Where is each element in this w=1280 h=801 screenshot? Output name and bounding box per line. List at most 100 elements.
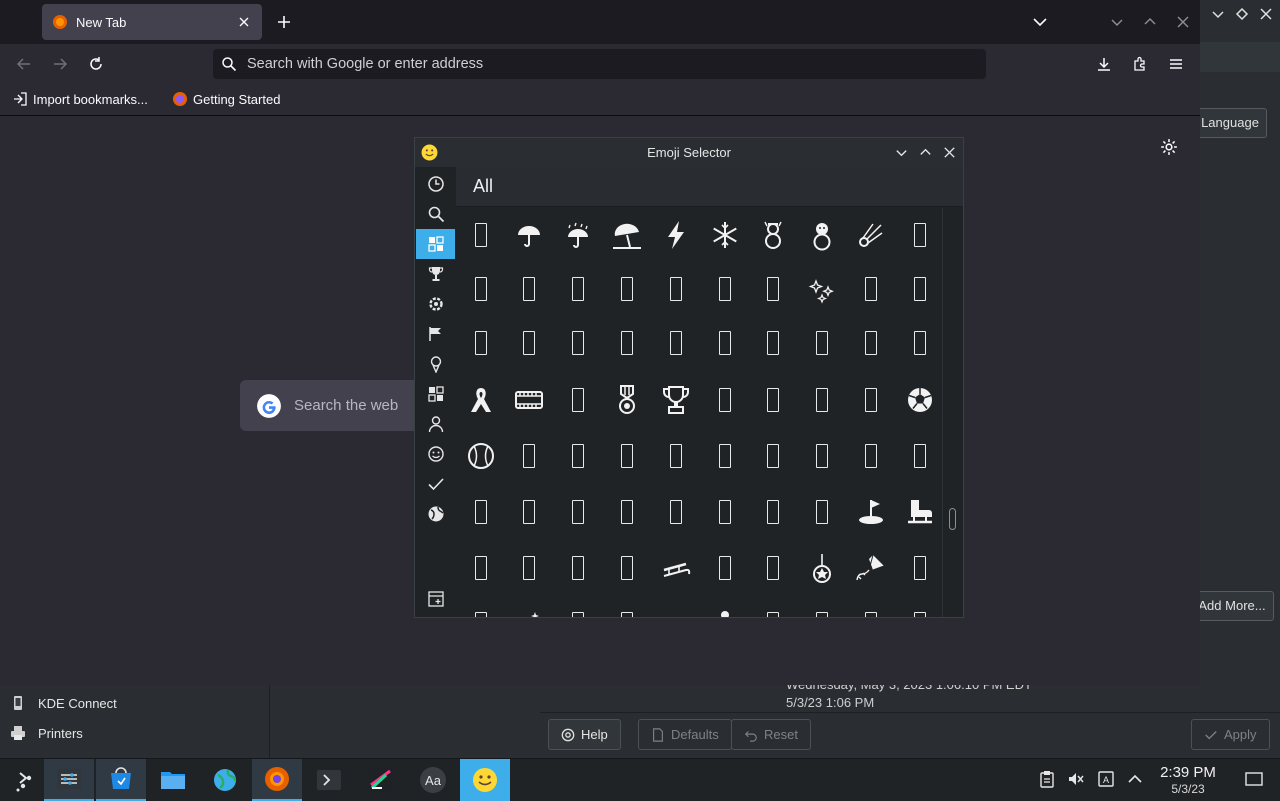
bookmark-import[interactable]: Import bookmarks... [12,91,148,107]
emoji-tofu[interactable] [895,541,942,595]
emoji-snowman-no-snow[interactable] [798,208,847,262]
emoji-tofu[interactable] [554,429,603,483]
gear-icon[interactable] [1160,138,1178,156]
emoji-tofu[interactable] [700,541,749,595]
category-objects[interactable] [416,289,455,319]
emoji-tofu[interactable] [895,316,942,370]
emoji-flag-in-hole[interactable] [846,485,895,539]
language-button[interactable]: Language [1193,108,1267,138]
category-smileys[interactable] [416,439,455,469]
emoji-tofu[interactable] [846,597,895,617]
forward-arrow-icon[interactable] [52,56,68,72]
minimize-icon[interactable] [1109,14,1125,30]
emoji-tofu[interactable] [456,541,505,595]
close-icon[interactable] [1258,6,1274,22]
emoji-umbrella-rain[interactable] [554,208,603,262]
emoji-ice-skate[interactable] [895,485,942,539]
category-checkmark[interactable] [416,469,455,499]
emoji-tofu[interactable] [749,597,798,617]
emoji-tofu[interactable] [895,429,942,483]
taskbar-system-settings[interactable] [44,759,94,801]
volume-muted-icon[interactable] [1067,770,1085,788]
emoji-tofu[interactable] [749,429,798,483]
emoji-soccer-ball[interactable] [895,373,942,427]
scrollbar-thumb[interactable] [949,508,956,530]
emoji-tofu[interactable] [749,373,798,427]
hamburger-menu-icon[interactable] [1168,56,1184,72]
chevron-down-icon[interactable] [1032,14,1048,30]
emoji-baseball[interactable] [456,429,505,483]
emoji-film-frames[interactable] [505,373,554,427]
emoji-tofu[interactable] [505,485,554,539]
emoji-tofu[interactable] [456,262,505,316]
tab-new-tab[interactable]: New Tab [42,4,262,40]
emoji-tofu[interactable] [554,485,603,539]
category-food[interactable] [416,349,455,379]
emoji-tofu[interactable] [602,485,651,539]
emoji-sled[interactable] [651,541,700,595]
taskbar-ide[interactable] [356,759,406,801]
emoji-joystick[interactable] [700,597,749,617]
taskbar-emoji-selector[interactable] [460,759,510,801]
emoji-scrollbar[interactable] [942,208,963,617]
emoji-tofu[interactable] [651,316,700,370]
emoji-tofu[interactable] [651,262,700,316]
emoji-tofu[interactable] [505,262,554,316]
emoji-military-medal[interactable] [602,373,651,427]
emoji-tofu[interactable] [798,429,847,483]
taskbar-firefox[interactable] [252,759,302,801]
category-activities[interactable] [416,259,455,289]
emoji-tofu[interactable] [602,316,651,370]
close-icon[interactable] [236,14,252,30]
emoji-tofu[interactable] [602,429,651,483]
taskbar-terminal[interactable] [304,759,354,801]
category-people[interactable] [416,409,455,439]
emoji-tofu[interactable] [651,429,700,483]
plus-icon[interactable] [276,14,292,30]
emoji-tofu[interactable] [554,262,603,316]
close-icon[interactable] [1175,14,1191,30]
emoji-tofu[interactable] [456,208,505,262]
emoji-trophy[interactable] [651,373,700,427]
url-bar[interactable]: Search with Google or enter address [213,49,986,79]
emoji-tofu[interactable] [700,262,749,316]
reset-button[interactable]: Reset [731,719,811,750]
taskbar-discover[interactable] [96,759,146,801]
emoji-tofu[interactable] [602,541,651,595]
extensions-icon[interactable] [1132,56,1148,72]
chevron-up-icon[interactable] [1126,770,1144,788]
emoji-tofu[interactable] [749,316,798,370]
emoji-tofu[interactable] [846,373,895,427]
emoji-tofu[interactable] [846,316,895,370]
emoji-tofu[interactable] [700,316,749,370]
sidebar-item-printers[interactable]: Printers [10,721,83,745]
emoji-tofu[interactable] [554,541,603,595]
emoji-tofu[interactable] [602,262,651,316]
defaults-button[interactable]: Defaults [638,719,732,750]
emoji-tofu[interactable] [700,485,749,539]
emoji-magic-wand[interactable] [505,597,554,617]
category-custom[interactable] [416,584,455,614]
emoji-game-controller[interactable] [651,597,700,617]
emoji-tofu[interactable] [456,485,505,539]
clipboard-icon[interactable] [1038,770,1056,788]
emoji-tofu[interactable] [798,316,847,370]
emoji-tofu[interactable] [895,208,942,262]
taskbar-browser[interactable] [200,759,250,801]
emoji-tofu[interactable] [846,429,895,483]
emoji-yo-yo[interactable] [798,541,847,595]
taskbar-file-manager[interactable] [148,759,198,801]
back-arrow-icon[interactable] [16,56,32,72]
emoji-ribbon[interactable] [456,373,505,427]
emoji-tofu[interactable] [798,485,847,539]
digital-clock[interactable]: 2:39 PM 5/3/23 [1150,764,1226,797]
emoji-snowflake[interactable] [700,208,749,262]
emoji-beach-umbrella[interactable] [602,208,651,262]
emoji-tofu[interactable] [554,373,603,427]
emoji-tofu[interactable] [651,485,700,539]
emoji-umbrella[interactable] [505,208,554,262]
minimize-icon[interactable] [1210,6,1226,22]
emoji-tofu[interactable] [456,597,505,617]
emoji-tofu[interactable] [505,429,554,483]
apply-button[interactable]: Apply [1191,719,1270,750]
